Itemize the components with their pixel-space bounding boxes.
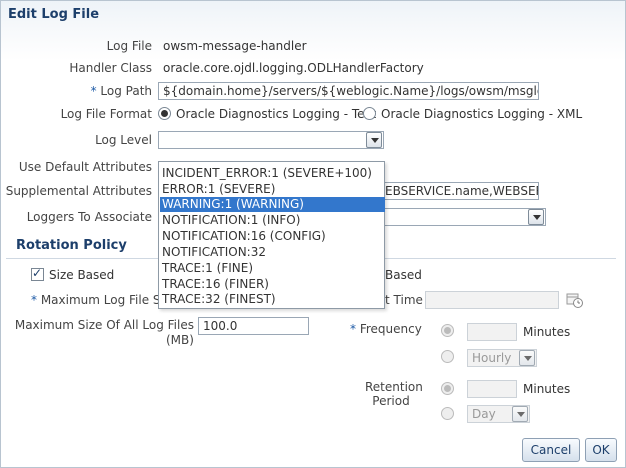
max-size-all-label: Maximum Size Of All Log Files bbox=[14, 318, 194, 332]
format-xml-radio[interactable] bbox=[363, 107, 376, 120]
log-level-option-selected[interactable]: WARNING:1 (WARNING) bbox=[160, 197, 385, 212]
retention-minutes-label: Minutes bbox=[523, 382, 571, 396]
format-text-label: Oracle Diagnostics Logging - Text bbox=[176, 107, 377, 121]
frequency-label: * Frequency bbox=[350, 322, 422, 336]
log-path-label-text: Log Path bbox=[100, 84, 152, 98]
log-level-option[interactable]: TRACE:1 (FINE) bbox=[162, 261, 253, 276]
frequency-hourly-value: Hourly bbox=[472, 351, 512, 365]
cancel-button[interactable]: Cancel bbox=[522, 438, 580, 462]
retention-period-label-line1: Retention bbox=[365, 380, 423, 394]
log-level-select[interactable] bbox=[158, 131, 384, 149]
start-time-label: t Time bbox=[385, 293, 423, 307]
log-file-value: owsm-message-handler bbox=[163, 39, 307, 53]
required-indicator-frequency: * bbox=[350, 322, 356, 336]
calendar-clock-icon[interactable] bbox=[566, 291, 583, 308]
use-default-attributes-label: Use Default Attributes bbox=[18, 160, 152, 174]
time-based-label: Based bbox=[385, 268, 422, 282]
size-based-checkbox[interactable] bbox=[31, 266, 44, 281]
handler-class-value: oracle.core.ojdl.logging.ODLHandlerFacto… bbox=[163, 61, 424, 75]
ok-button[interactable]: OK bbox=[585, 438, 617, 462]
retention-minutes-radio[interactable] bbox=[441, 382, 454, 395]
frequency-minutes-label: Minutes bbox=[523, 325, 571, 339]
frequency-label-text: Frequency bbox=[359, 322, 422, 336]
log-level-option[interactable]: ERROR:1 (SEVERE) bbox=[162, 182, 275, 197]
loggers-dropdown-arrow-icon[interactable] bbox=[528, 209, 544, 225]
frequency-minutes-input bbox=[467, 323, 517, 341]
retention-day-radio[interactable] bbox=[441, 407, 454, 420]
frequency-minutes-radio[interactable] bbox=[441, 324, 454, 337]
frequency-hourly-radio[interactable] bbox=[441, 350, 454, 363]
hourly-dropdown-arrow-icon[interactable] bbox=[519, 350, 535, 366]
log-level-option[interactable]: NOTIFICATION:32 bbox=[162, 245, 266, 260]
max-log-file-size-label-text: Maximum Log File Siz bbox=[40, 293, 171, 307]
log-file-label: Log File bbox=[106, 39, 152, 53]
retention-period-label: Retention Period bbox=[365, 380, 423, 408]
log-level-option[interactable]: INCIDENT_ERROR:1 (SEVERE+100) bbox=[162, 166, 372, 181]
log-level-label: Log Level bbox=[95, 133, 152, 147]
retention-minutes-input bbox=[467, 380, 517, 398]
log-path-label: * Log Path bbox=[91, 84, 152, 98]
log-level-dropdown-list: INCIDENT_ERROR:1 (SEVERE+100) ERROR:1 (S… bbox=[158, 161, 385, 309]
log-file-format-label: Log File Format bbox=[60, 107, 152, 121]
loggers-to-associate-label: Loggers To Associate bbox=[26, 210, 152, 224]
format-xml-label: Oracle Diagnostics Logging - XML bbox=[381, 107, 583, 121]
log-level-dropdown-arrow-icon[interactable] bbox=[366, 132, 382, 148]
retention-period-label-line2: Period bbox=[372, 394, 410, 408]
log-level-option[interactable]: TRACE:16 (FINER) bbox=[162, 277, 269, 292]
handler-class-label: Handler Class bbox=[69, 61, 152, 75]
retention-day-value: Day bbox=[472, 407, 496, 421]
size-based-label: Size Based bbox=[49, 268, 115, 282]
max-size-all-unit: (MB) bbox=[166, 333, 194, 347]
log-path-input[interactable]: ${domain.home}/servers/${weblogic.Name}/… bbox=[158, 82, 539, 100]
log-level-option[interactable]: NOTIFICATION:16 (CONFIG) bbox=[162, 229, 326, 244]
dialog-title: Edit Log File bbox=[8, 7, 100, 22]
log-level-option[interactable]: TRACE:32 (FINEST) bbox=[162, 292, 276, 307]
start-time-input bbox=[425, 291, 559, 309]
max-log-file-size-label: * Maximum Log File Siz bbox=[31, 293, 170, 307]
log-level-option[interactable]: NOTIFICATION:1 (INFO) bbox=[162, 213, 300, 228]
max-size-all-input[interactable]: 100.0 bbox=[198, 317, 309, 335]
required-indicator-size: * bbox=[31, 293, 37, 307]
supplemental-attributes-label: Supplemental Attributes bbox=[5, 184, 152, 198]
format-text-radio[interactable] bbox=[158, 107, 171, 120]
rotation-policy-title: Rotation Policy bbox=[16, 238, 127, 253]
day-dropdown-arrow-icon[interactable] bbox=[512, 406, 528, 422]
required-indicator: * bbox=[90, 84, 97, 98]
